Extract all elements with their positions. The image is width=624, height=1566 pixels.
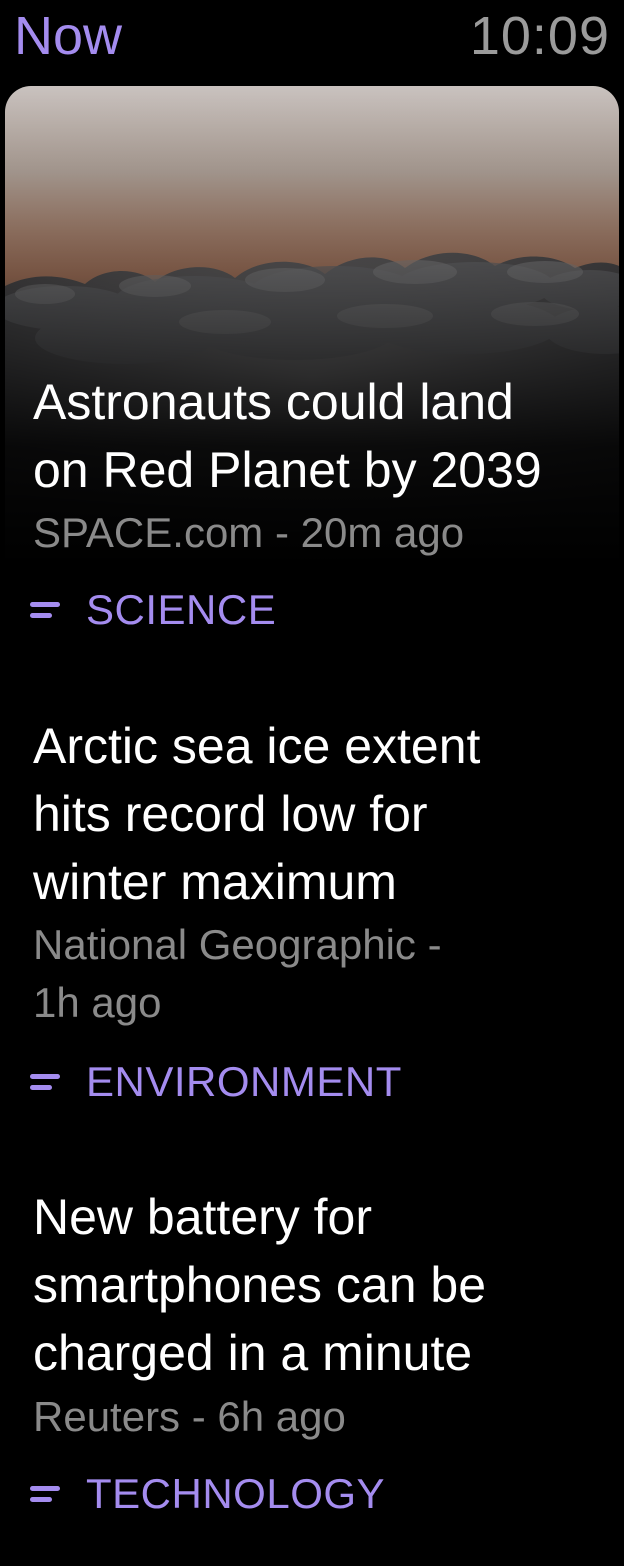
lines-icon: [30, 1486, 60, 1502]
category-label: SCIENCE: [86, 586, 277, 633]
clock-time: 10:09: [469, 6, 610, 66]
lines-icon: [30, 1074, 60, 1090]
category-label: TECHNOLOGY: [86, 1470, 386, 1517]
category-tag[interactable]: ENVIRONMENT: [28, 1054, 402, 1110]
screen-title[interactable]: Now: [14, 4, 122, 68]
source-line: National Geographic -: [33, 921, 442, 968]
headline-line: Arctic sea ice extent: [33, 718, 481, 774]
lines-icon: [30, 602, 60, 618]
article-source: Reuters - 6h ago: [33, 1393, 346, 1440]
category-label: ENVIRONMENT: [86, 1058, 402, 1105]
article-source: SPACE.com - 20m ago: [33, 509, 465, 556]
headline-line: New battery for: [33, 1189, 373, 1245]
headline-line: Astronauts could land: [33, 374, 514, 430]
source-line: 1h ago: [33, 979, 162, 1026]
headline-line: on Red Planet by 2039: [33, 442, 542, 498]
headline-line: smartphones can be: [33, 1257, 487, 1313]
category-tag[interactable]: TECHNOLOGY: [28, 1466, 385, 1522]
article-headline: Astronauts could land on Red Planet by 2…: [33, 368, 603, 504]
category-tag[interactable]: SCIENCE: [28, 582, 276, 638]
status-bar: Now 10:09: [0, 0, 624, 80]
article-headline: Arctic sea ice extent hits record low fo…: [33, 712, 603, 916]
article-headline: New battery for smartphones can be charg…: [33, 1183, 603, 1387]
headline-line: charged in a minute: [33, 1325, 473, 1381]
headline-line: hits record low for: [33, 786, 428, 842]
article-source: National Geographic - 1h ago: [33, 916, 553, 1032]
headline-line: winter maximum: [33, 854, 397, 910]
